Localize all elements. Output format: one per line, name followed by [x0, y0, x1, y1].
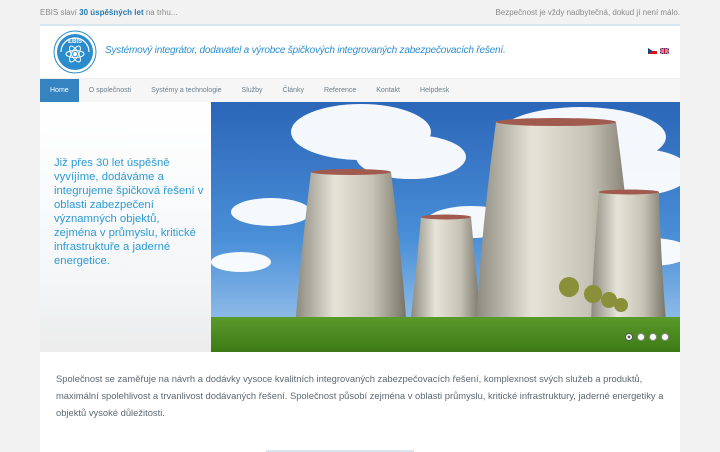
- motto: Bezpečnost je vždy nadbytečná, dokud jí …: [495, 8, 680, 17]
- announcement-prefix: EBIS slaví: [40, 8, 77, 17]
- nav-sluzby[interactable]: Služby: [232, 79, 273, 103]
- english-flag-icon[interactable]: [660, 48, 669, 54]
- hero-text-panel: Již přes 30 let úspěšně vyvíjíme, dodává…: [40, 102, 211, 352]
- slide-indicator-1-dot: [627, 335, 631, 339]
- nav-systemy-a-technologie[interactable]: Systémy a technologie: [141, 79, 231, 103]
- slide-indicator-2[interactable]: [637, 333, 645, 341]
- nav-clanky[interactable]: Články: [273, 79, 314, 103]
- main-navigation: Home O společnosti Systémy a technologie…: [40, 78, 680, 104]
- czech-flag-icon[interactable]: [648, 48, 657, 54]
- ebis-logo-icon[interactable]: EBIS: [53, 30, 97, 74]
- announcement[interactable]: EBIS slaví 30 úspěšných let na trhu...: [40, 8, 177, 17]
- company-intro: Společnost se zaměřuje na návrh a dodávk…: [56, 373, 664, 418]
- logo-text: EBIS: [68, 39, 82, 45]
- nav-kontakt[interactable]: Kontakt: [366, 79, 410, 103]
- language-switcher: [648, 48, 669, 54]
- nav-helpdesk[interactable]: Helpdesk: [410, 79, 459, 103]
- page-card: EBIS Systémový integrátor, dodavatel a v…: [40, 24, 680, 452]
- slide-indicator-3[interactable]: [649, 333, 657, 341]
- nav-home[interactable]: Home: [40, 79, 79, 103]
- nav-reference[interactable]: Reference: [314, 79, 366, 103]
- top-bar: EBIS slaví 30 úspěšných let na trhu... B…: [0, 0, 720, 24]
- slide-indicator-4[interactable]: [661, 333, 669, 341]
- header: EBIS Systémový integrátor, dodavatel a v…: [40, 26, 680, 78]
- nav-o-spolecnosti[interactable]: O společnosti: [79, 79, 141, 103]
- hero-slider: Již přes 30 let úspěšně vyvíjíme, dodává…: [40, 102, 680, 352]
- hero-text: Již přes 30 let úspěšně vyvíjíme, dodává…: [54, 157, 204, 267]
- cooling-towers-photo: [211, 102, 680, 352]
- announcement-suffix: na trhu...: [145, 8, 178, 17]
- announcement-highlight: 30 úspěšných let: [79, 8, 144, 17]
- company-tagline: Systémový integrátor, dodavatel a výrobc…: [105, 45, 506, 56]
